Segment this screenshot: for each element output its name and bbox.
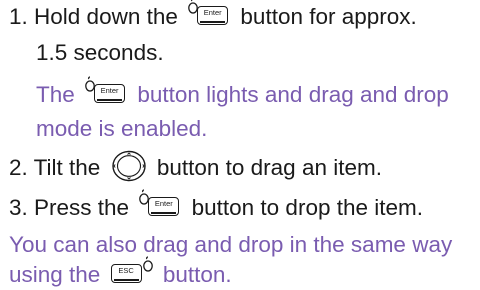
enter-key-label: Enter [100, 86, 119, 96]
enter-key-icon: Enter [137, 189, 183, 220]
note-line-2: using the ESC button. [9, 256, 232, 290]
note-text-line-1: You can also drag and drop in the same w… [9, 232, 453, 257]
step-1-note-cont: mode is enabled. [36, 116, 208, 141]
step-1-note-line-1: The Enter button lights and drag and dro… [36, 76, 449, 110]
step-3-text-post: button to drop the item. [191, 195, 424, 220]
step-2-number: 2. [9, 155, 28, 180]
enter-key-label: Enter [154, 199, 173, 209]
step-2-line: 2. Tilt the button to drag an item. [9, 150, 382, 183]
instruction-document: 1. Hold down the Enter button for approx… [0, 0, 480, 289]
joystick-button-icon [111, 150, 147, 182]
step-1-text-cont: 1.5 seconds. [36, 40, 164, 65]
step-1-number: 1. [9, 4, 28, 29]
note-text-pre: using the [9, 262, 101, 287]
note-text-post: button. [162, 262, 232, 287]
step-1-note-post: button lights and drag and drop [137, 82, 449, 107]
esc-key-label: ESC [118, 266, 134, 276]
enter-key-label: Enter [203, 8, 222, 18]
step-1-line-1: 1. Hold down the Enter button for approx… [9, 0, 417, 32]
step-3-line: 3. Press the Enter button to drop the it… [9, 189, 424, 223]
esc-key-icon: ESC [109, 256, 155, 287]
enter-key-icon: Enter [83, 76, 129, 107]
step-3-number: 3. [9, 195, 28, 220]
step-1-note-pre: The [36, 82, 75, 107]
step-3-text-pre: Press the [34, 195, 130, 220]
step-1-text-post: button for approx. [240, 4, 417, 29]
enter-key-icon: Enter [186, 0, 232, 29]
step-2-text-post: button to drag an item. [156, 155, 382, 180]
step-1-line-2: 1.5 seconds. [36, 38, 164, 68]
step-2-text-pre: Tilt the [33, 155, 101, 180]
note-line-1: You can also drag and drop in the same w… [9, 230, 452, 260]
mouse-cursor-icon [142, 256, 153, 272]
step-1-note-line-2: mode is enabled. [36, 114, 207, 144]
step-1-text-pre: Hold down the [34, 4, 178, 29]
